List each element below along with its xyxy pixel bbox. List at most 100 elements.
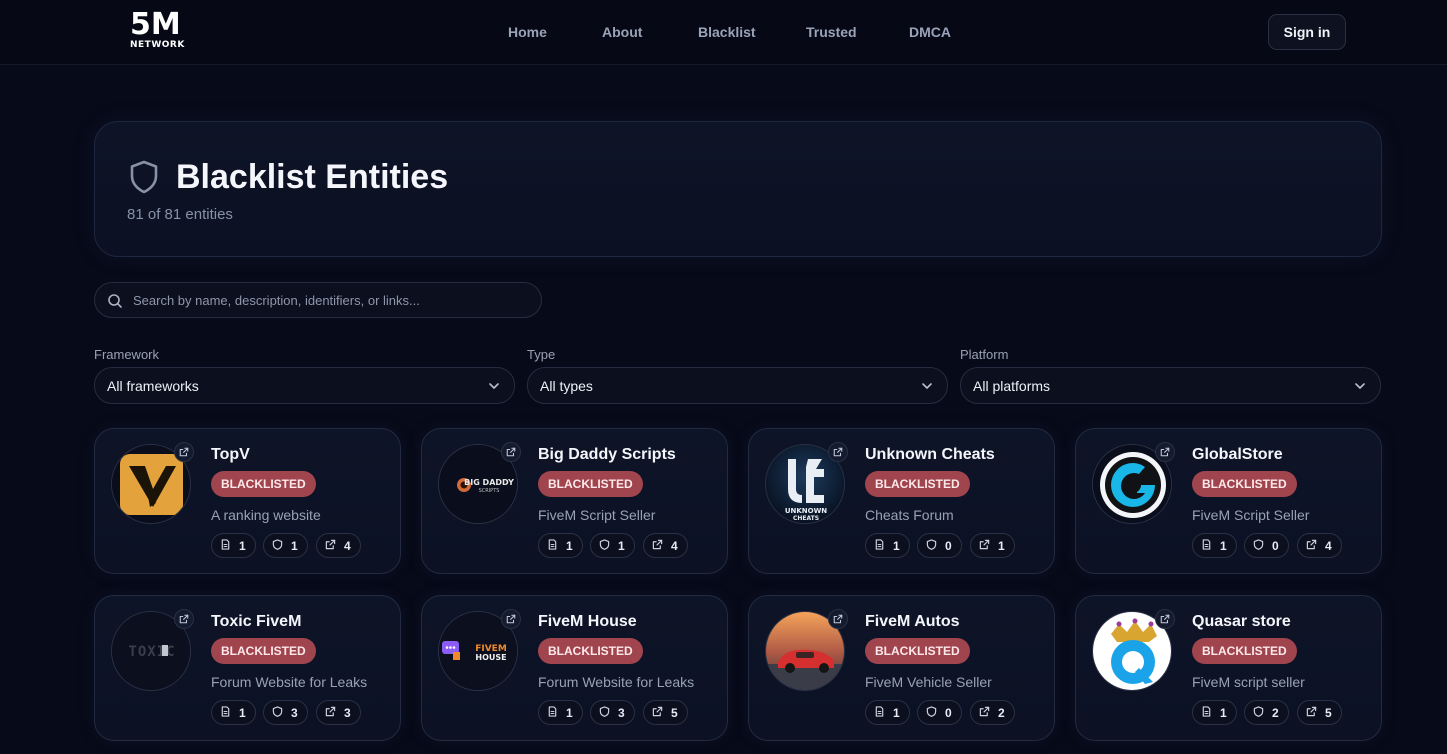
documents-stat: 1 [538, 533, 583, 558]
links-stat: 1 [970, 533, 1015, 558]
framework-select[interactable]: All frameworks [94, 367, 515, 404]
status-badge: BLACKLISTED [211, 638, 316, 664]
document-icon [547, 705, 558, 720]
search-input[interactable] [133, 283, 533, 317]
page-header-card: Blacklist Entities 81 of 81 entities [94, 121, 1382, 257]
links-count: 2 [998, 705, 1005, 720]
reports-count: 0 [1272, 538, 1279, 553]
entity-card[interactable]: BIG DADDY SCRIPTS Big Daddy Scripts BLACKLI… [421, 428, 728, 574]
status-badge: BLACKLISTED [1192, 471, 1297, 497]
documents-stat: 1 [1192, 533, 1237, 558]
entity-description: Cheats Forum [865, 507, 954, 523]
links-stat: 4 [1297, 533, 1342, 558]
external-link-icon[interactable] [828, 442, 848, 462]
shield-icon [1253, 538, 1264, 553]
external-link-icon [652, 706, 663, 720]
framework-select-value: All frameworks [107, 378, 199, 394]
status-badge: BLACKLISTED [538, 471, 643, 497]
reports-count: 3 [291, 705, 298, 720]
logo-text: UNKNOWN [785, 507, 827, 515]
documents-count: 1 [893, 705, 900, 720]
external-link-icon[interactable] [828, 609, 848, 629]
entity-card[interactable]: Quasar store BLACKLISTED FiveM script sell… [1075, 595, 1382, 741]
entity-card[interactable]: FiveM Autos BLACKLISTED FiveM Vehicle Sell… [748, 595, 1055, 741]
external-link-icon[interactable] [1155, 609, 1175, 629]
chevron-down-icon [489, 383, 499, 389]
document-icon [874, 538, 885, 553]
entity-description: FiveM Vehicle Seller [865, 674, 992, 690]
document-icon [220, 538, 231, 553]
reports-stat: 0 [917, 700, 962, 725]
top-navbar: 5M NETWORK Home About Blacklist Trusted … [0, 0, 1447, 65]
page-title: Blacklist Entities [176, 158, 449, 196]
external-link-icon[interactable] [501, 442, 521, 462]
reports-stat: 0 [1244, 533, 1289, 558]
documents-stat: 1 [1192, 700, 1237, 725]
entity-description: FiveM script seller [1192, 674, 1305, 690]
links-count: 1 [998, 538, 1005, 553]
nav-blacklist[interactable]: Blacklist [698, 24, 756, 40]
links-count: 5 [671, 705, 678, 720]
nav-home[interactable]: Home [508, 24, 547, 40]
shield-icon [272, 705, 283, 720]
entity-card[interactable]: TopV BLACKLISTED A ranking website 1 1 4 [94, 428, 401, 574]
entity-card[interactable]: FIVEM HOUSE FiveM House BLACKLISTED Forum We… [421, 595, 728, 741]
entity-description: Forum Website for Leaks [211, 674, 368, 690]
entity-card[interactable]: GlobalStore BLACKLISTED FiveM Script Selle… [1075, 428, 1382, 574]
entity-card[interactable]: TOXIC Toxic FiveM BLACKLISTED Forum Website… [94, 595, 401, 741]
platform-select[interactable]: All platforms [960, 367, 1381, 404]
nav-dmca[interactable]: DMCA [909, 24, 951, 40]
external-link-icon[interactable] [1155, 442, 1175, 462]
documents-count: 1 [566, 538, 573, 553]
logo-mark: 5M [130, 7, 181, 42]
type-select[interactable]: All types [527, 367, 948, 404]
documents-count: 1 [239, 538, 246, 553]
external-link-icon[interactable] [174, 609, 194, 629]
type-filter-label: Type [527, 347, 556, 362]
site-logo[interactable]: 5M NETWORK [130, 7, 200, 51]
links-count: 4 [344, 538, 351, 553]
links-stat: 5 [1297, 700, 1342, 725]
logo-subtext: CHEATS [793, 515, 819, 522]
sign-in-button[interactable]: Sign in [1268, 14, 1346, 50]
logo-subtext: SCRIPTS [479, 488, 500, 494]
entity-description: Forum Website for Leaks [538, 674, 695, 690]
reports-stat: 1 [263, 533, 308, 558]
external-link-icon[interactable] [501, 609, 521, 629]
shield-icon [599, 538, 610, 553]
shield-icon [1253, 705, 1264, 720]
reports-stat: 1 [590, 533, 635, 558]
reports-stat: 0 [917, 533, 962, 558]
shield-icon [599, 705, 610, 720]
status-badge: BLACKLISTED [1192, 638, 1297, 664]
document-icon [1201, 705, 1212, 720]
status-badge: BLACKLISTED [865, 471, 970, 497]
external-link-icon [1306, 539, 1317, 553]
status-badge: BLACKLISTED [538, 638, 643, 664]
nav-about[interactable]: About [602, 24, 642, 40]
status-badge: BLACKLISTED [211, 471, 316, 497]
shield-icon [926, 705, 937, 720]
search-box [94, 282, 542, 318]
shield-icon [926, 538, 937, 553]
external-link-icon[interactable] [174, 442, 194, 462]
shield-icon [130, 160, 158, 194]
links-stat: 5 [643, 700, 688, 725]
entity-description: FiveM Script Seller [538, 507, 656, 523]
links-stat: 2 [970, 700, 1015, 725]
external-link-icon [1306, 706, 1317, 720]
logo-text: BIG DADDY [464, 478, 514, 487]
search-icon [108, 294, 122, 308]
documents-stat: 1 [211, 700, 256, 725]
entity-name: Quasar store [1192, 613, 1291, 630]
documents-stat: 1 [865, 700, 910, 725]
reports-count: 2 [1272, 705, 1279, 720]
entity-card[interactable]: UNKNOWN CHEATS Unknown Cheats BLACKLISTED Ch… [748, 428, 1055, 574]
entity-description: FiveM Script Seller [1192, 507, 1310, 523]
nav-trusted[interactable]: Trusted [806, 24, 857, 40]
logo-subtext: HOUSE [475, 653, 506, 662]
entity-count: 81 of 81 entities [127, 206, 233, 223]
type-select-value: All types [540, 378, 593, 394]
links-count: 5 [1325, 705, 1332, 720]
entity-name: FiveM House [538, 613, 637, 630]
